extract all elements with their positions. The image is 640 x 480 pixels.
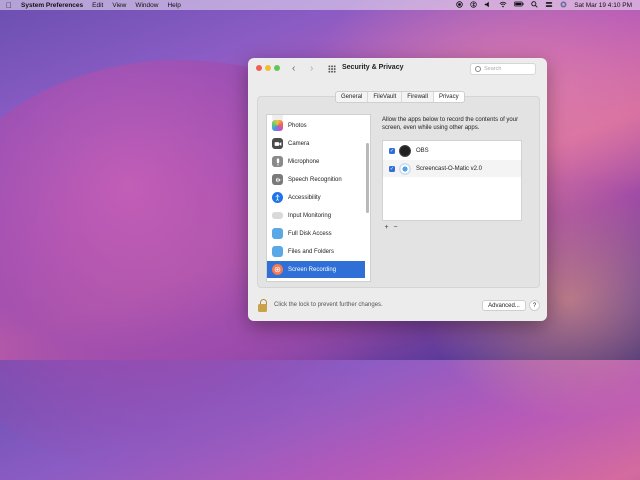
privacy-description: Allow the apps below to record the conte…: [382, 117, 519, 131]
search-field[interactable]: [470, 63, 536, 75]
menu-help[interactable]: Help: [167, 2, 180, 9]
tab-firewall[interactable]: Firewall: [402, 92, 434, 102]
zoom-button[interactable]: [274, 65, 280, 71]
bluetooth-icon[interactable]: [470, 0, 477, 10]
list-scrollbar[interactable]: [366, 143, 369, 213]
screen-record-status-icon[interactable]: [456, 0, 463, 10]
screen-recording-icon: [272, 264, 283, 275]
menu-bar:  System Preferences Edit View Window He…: [0, 0, 640, 10]
privacy-category-list[interactable]: Photos Camera Microphone Speech Recognit…: [266, 114, 371, 282]
camera-icon: [272, 138, 283, 149]
close-button[interactable]: [256, 65, 262, 71]
volume-icon[interactable]: [484, 1, 492, 10]
window-footer: Click the lock to prevent further change…: [248, 294, 547, 321]
screencast-app-icon: [399, 162, 411, 175]
sidebar-item-label: Photos: [288, 122, 307, 129]
obs-app-icon: [399, 144, 411, 157]
sidebar-item-label: Speech Recognition: [288, 176, 342, 183]
add-remove-controls: + −: [382, 224, 400, 232]
sidebar-item-label: Full Disk Access: [288, 230, 332, 237]
sidebar-item-screen-recording[interactable]: Screen Recording: [267, 261, 365, 278]
app-name: Screencast-O-Matic v2.0: [416, 165, 483, 172]
sidebar-item-photos[interactable]: Photos: [267, 117, 365, 134]
wifi-icon[interactable]: [499, 1, 507, 10]
app-name: OBS: [416, 147, 429, 154]
menu-app-name[interactable]: System Preferences: [21, 2, 83, 9]
sidebar-item-microphone[interactable]: Microphone: [267, 153, 365, 170]
back-chevron-icon[interactable]: ‹: [292, 63, 295, 74]
screencast-checkbox[interactable]: ✓: [389, 165, 395, 172]
add-app-button[interactable]: +: [382, 224, 391, 232]
lock-icon[interactable]: [258, 299, 267, 312]
help-button[interactable]: ?: [529, 300, 540, 311]
sidebar-item-label: Microphone: [288, 158, 320, 165]
menu-view[interactable]: View: [112, 2, 126, 9]
menu-window[interactable]: Window: [135, 2, 158, 9]
app-permission-list: ✓ OBS ✓ Screencast-O-Matic v2.0: [382, 140, 522, 221]
obs-checkbox[interactable]: ✓: [389, 147, 395, 154]
sidebar-item-files-and-folders[interactable]: Files and Folders: [267, 243, 365, 260]
show-all-grid-icon[interactable]: [328, 65, 336, 73]
folder-icon: [272, 246, 283, 257]
microphone-icon: [272, 156, 283, 167]
folder-icon: [272, 228, 283, 239]
app-row-obs[interactable]: ✓ OBS: [383, 142, 521, 159]
tab-bar: General FileVault Firewall Privacy: [335, 91, 465, 103]
menu-edit[interactable]: Edit: [92, 2, 103, 9]
sidebar-item-speech-recognition[interactable]: Speech Recognition: [267, 171, 365, 188]
photos-icon: [272, 120, 283, 131]
tab-filevault[interactable]: FileVault: [368, 92, 403, 102]
search-icon: [475, 66, 481, 72]
sidebar-item-label: Screen Recording: [288, 266, 337, 273]
forward-chevron-icon[interactable]: ›: [310, 63, 313, 74]
apple-menu-icon[interactable]: : [5, 1, 13, 10]
keyboard-icon: [272, 212, 283, 219]
tab-privacy[interactable]: Privacy: [433, 92, 464, 102]
sidebar-item-label: Input Monitoring: [288, 212, 332, 219]
security-privacy-window: ‹ › Security & Privacy General FileVault…: [248, 58, 547, 321]
speech-icon: [272, 174, 283, 185]
sidebar-item-accessibility[interactable]: Accessibility: [267, 189, 365, 206]
window-title: Security & Privacy: [342, 64, 404, 71]
app-row-screencast-o-matic[interactable]: ✓ Screencast-O-Matic v2.0: [383, 160, 521, 177]
accessibility-icon: [272, 192, 283, 203]
search-input[interactable]: [484, 66, 534, 72]
sidebar-item-label: Camera: [288, 140, 310, 147]
minimize-button[interactable]: [265, 65, 271, 71]
remove-app-button[interactable]: −: [391, 224, 400, 232]
sidebar-item-label: Accessibility: [288, 194, 321, 201]
siri-icon[interactable]: [560, 0, 567, 10]
spotlight-icon[interactable]: [531, 0, 538, 10]
title-bar: ‹ › Security & Privacy: [248, 58, 547, 80]
lock-message: Click the lock to prevent further change…: [274, 302, 383, 308]
battery-icon[interactable]: [514, 1, 524, 9]
sidebar-item-input-monitoring[interactable]: Input Monitoring: [267, 207, 365, 224]
sidebar-item-label: Files and Folders: [288, 248, 335, 255]
menubar-clock[interactable]: Sat Mar 19 4:10 PM: [574, 2, 632, 9]
sidebar-item-camera[interactable]: Camera: [267, 135, 365, 152]
advanced-button[interactable]: Advanced...: [482, 300, 526, 311]
control-center-icon[interactable]: [545, 1, 553, 10]
sidebar-item-full-disk-access[interactable]: Full Disk Access: [267, 225, 365, 242]
tab-general[interactable]: General: [336, 92, 369, 102]
